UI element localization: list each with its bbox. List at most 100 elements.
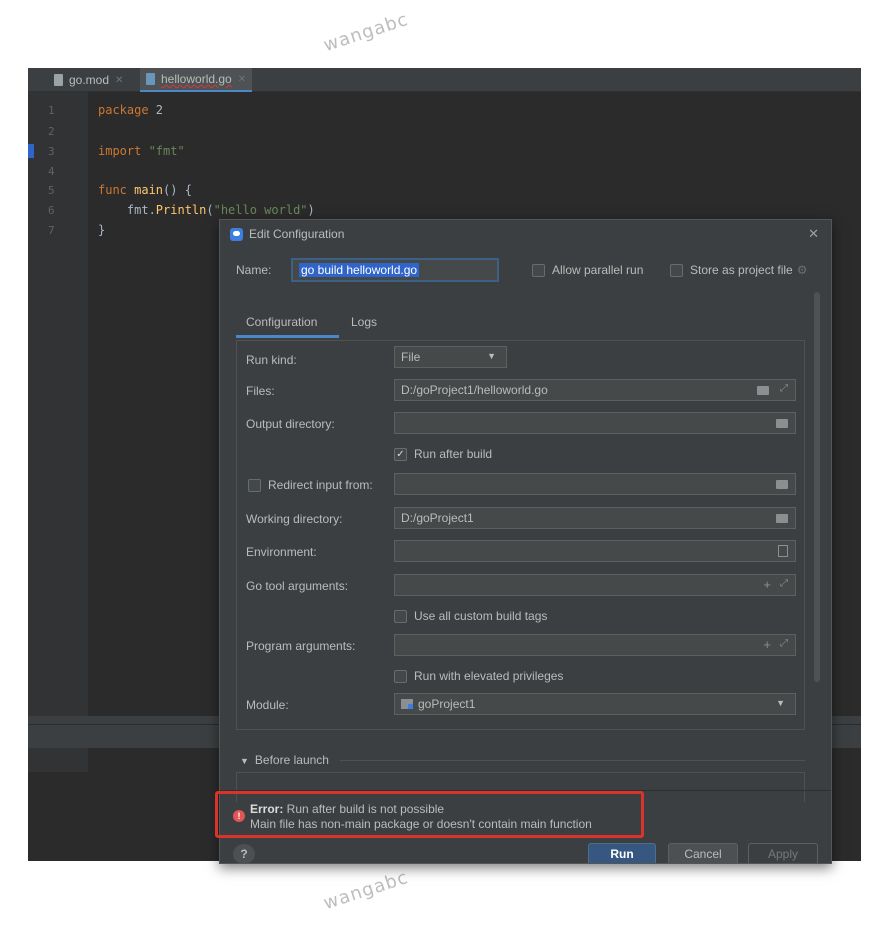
- go-tool-arguments-input[interactable]: + ⤢: [394, 574, 796, 596]
- run-kind-select[interactable]: File ▼: [394, 346, 507, 368]
- folder-icon[interactable]: [776, 419, 788, 428]
- active-tab-underline: [236, 335, 339, 338]
- edit-configuration-dialog: Edit Configuration ✕ Name: go build hell…: [219, 219, 832, 864]
- plus-icon[interactable]: +: [763, 637, 771, 652]
- editor-tab-bar: go.mod ✕ helloworld.go ✕: [28, 68, 861, 92]
- run-with-elevated-privileges-checkbox[interactable]: Run with elevated privileges: [394, 669, 563, 683]
- code-text: fmt.: [98, 203, 156, 217]
- code-line-1[interactable]: package 2: [98, 103, 163, 117]
- plus-icon[interactable]: +: [763, 577, 771, 592]
- redirect-input-checkbox[interactable]: Redirect input from:: [248, 478, 373, 492]
- file-icon: [54, 74, 63, 86]
- environment-input[interactable]: [394, 540, 796, 562]
- line-number: 2: [48, 125, 55, 138]
- expand-icon[interactable]: ⤢: [780, 578, 788, 589]
- function-name: main: [126, 183, 164, 197]
- line-number: 7: [48, 224, 55, 237]
- run-kind-label: Run kind:: [246, 353, 297, 367]
- run-after-build-checkbox[interactable]: ✓ Run after build: [394, 447, 492, 461]
- error-highlight-box: [215, 791, 644, 838]
- close-icon[interactable]: ✕: [808, 226, 819, 242]
- allow-parallel-checkbox[interactable]: Allow parallel run: [532, 263, 643, 277]
- checkbox-box-checked[interactable]: ✓: [394, 447, 407, 461]
- checkbox-label: Run after build: [414, 447, 493, 461]
- line-number: 5: [48, 184, 55, 197]
- gutter-marker: [28, 144, 34, 158]
- store-as-project-checkbox[interactable]: Store as project file ⚙: [670, 263, 807, 277]
- dialog-title-bar: Edit Configuration ✕: [220, 220, 831, 248]
- apply-button[interactable]: Apply: [748, 843, 818, 863]
- separator: [340, 760, 805, 761]
- files-value: D:/goProject1/helloworld.go: [401, 383, 548, 397]
- watermark-top: wangabc: [320, 8, 412, 57]
- scrollbar[interactable]: [814, 292, 820, 682]
- run-button[interactable]: Run: [588, 843, 656, 863]
- name-input[interactable]: go build helloworld.go: [291, 258, 499, 282]
- checkbox-box[interactable]: [670, 263, 683, 277]
- go-tool-arguments-label: Go tool arguments:: [246, 579, 349, 593]
- module-select[interactable]: goProject1 ▼: [394, 693, 796, 715]
- configuration-panel: Run kind: File ▼ Files: D:/goProject1/he…: [236, 340, 805, 730]
- output-directory-label: Output directory:: [246, 417, 335, 431]
- gear-icon[interactable]: ⚙: [797, 263, 808, 277]
- checkbox-label: Allow parallel run: [552, 263, 644, 277]
- tab-label: helloworld.go: [161, 72, 232, 86]
- output-directory-input[interactable]: [394, 412, 796, 434]
- watermark-bottom: wangabc: [320, 866, 412, 915]
- code-line-3[interactable]: import "fmt": [98, 144, 185, 158]
- working-directory-input[interactable]: D:/goProject1: [394, 507, 796, 529]
- module-value: goProject1: [418, 697, 476, 711]
- close-icon[interactable]: ✕: [115, 75, 123, 86]
- expand-icon[interactable]: ⤢: [780, 383, 788, 394]
- expand-icon[interactable]: ⤢: [780, 638, 788, 649]
- checkbox-box[interactable]: [394, 669, 407, 683]
- tab-label: go.mod: [69, 73, 110, 87]
- files-label: Files:: [246, 384, 275, 398]
- keyword: func: [98, 183, 127, 197]
- browse-icon[interactable]: [778, 545, 788, 557]
- files-input[interactable]: D:/goProject1/helloworld.go ⤢: [394, 379, 796, 401]
- code-text: ): [307, 203, 315, 217]
- close-icon[interactable]: ✕: [238, 74, 246, 85]
- run-kind-value: File: [401, 350, 421, 364]
- gopher-icon: [230, 227, 243, 241]
- line-number: 1: [48, 104, 55, 117]
- environment-label: Environment:: [246, 545, 317, 559]
- before-launch-section[interactable]: ▼ Before launch: [240, 753, 329, 767]
- folder-icon[interactable]: [757, 386, 769, 395]
- checkbox-box[interactable]: [532, 263, 545, 277]
- redirect-input-field[interactable]: [394, 473, 796, 495]
- string-literal: "hello world": [213, 203, 308, 217]
- checkbox-box[interactable]: [394, 609, 407, 623]
- use-all-custom-build-tags-checkbox[interactable]: Use all custom build tags: [394, 609, 547, 623]
- code-line-7[interactable]: }: [98, 223, 105, 237]
- folder-icon[interactable]: [776, 514, 788, 523]
- working-directory-label: Working directory:: [246, 512, 343, 526]
- help-button[interactable]: ?: [233, 844, 255, 863]
- checkbox-box[interactable]: [248, 478, 261, 492]
- folder-icon[interactable]: [776, 480, 788, 489]
- string-literal: "fmt": [141, 144, 185, 158]
- code-text: (: [206, 203, 214, 217]
- tab-configuration[interactable]: Configuration: [246, 315, 317, 329]
- code-text: () {: [163, 183, 192, 197]
- tab-helloworld-go[interactable]: helloworld.go ✕: [140, 68, 253, 92]
- before-launch-label: Before launch: [254, 753, 329, 767]
- checkbox-label: Run with elevated privileges: [414, 669, 564, 683]
- chevron-down-icon: ▼: [487, 351, 496, 361]
- function-name: Println: [155, 203, 207, 217]
- tab-logs[interactable]: Logs: [351, 315, 377, 329]
- checkbox-label: Use all custom build tags: [414, 609, 548, 623]
- cancel-button[interactable]: Cancel: [668, 843, 738, 863]
- code-line-5[interactable]: func main() {: [98, 183, 192, 197]
- tab-go-mod[interactable]: go.mod ✕: [48, 68, 129, 92]
- program-arguments-input[interactable]: + ⤢: [394, 634, 796, 656]
- code-line-6[interactable]: fmt.Println("hello world"): [98, 203, 315, 217]
- program-arguments-label: Program arguments:: [246, 639, 356, 653]
- checkbox-label: Store as project file: [690, 263, 793, 277]
- working-directory-value: D:/goProject1: [401, 511, 474, 525]
- name-label: Name:: [236, 263, 272, 277]
- line-number: 4: [48, 165, 55, 178]
- keyword: import: [98, 144, 142, 158]
- go-file-icon: [146, 73, 155, 85]
